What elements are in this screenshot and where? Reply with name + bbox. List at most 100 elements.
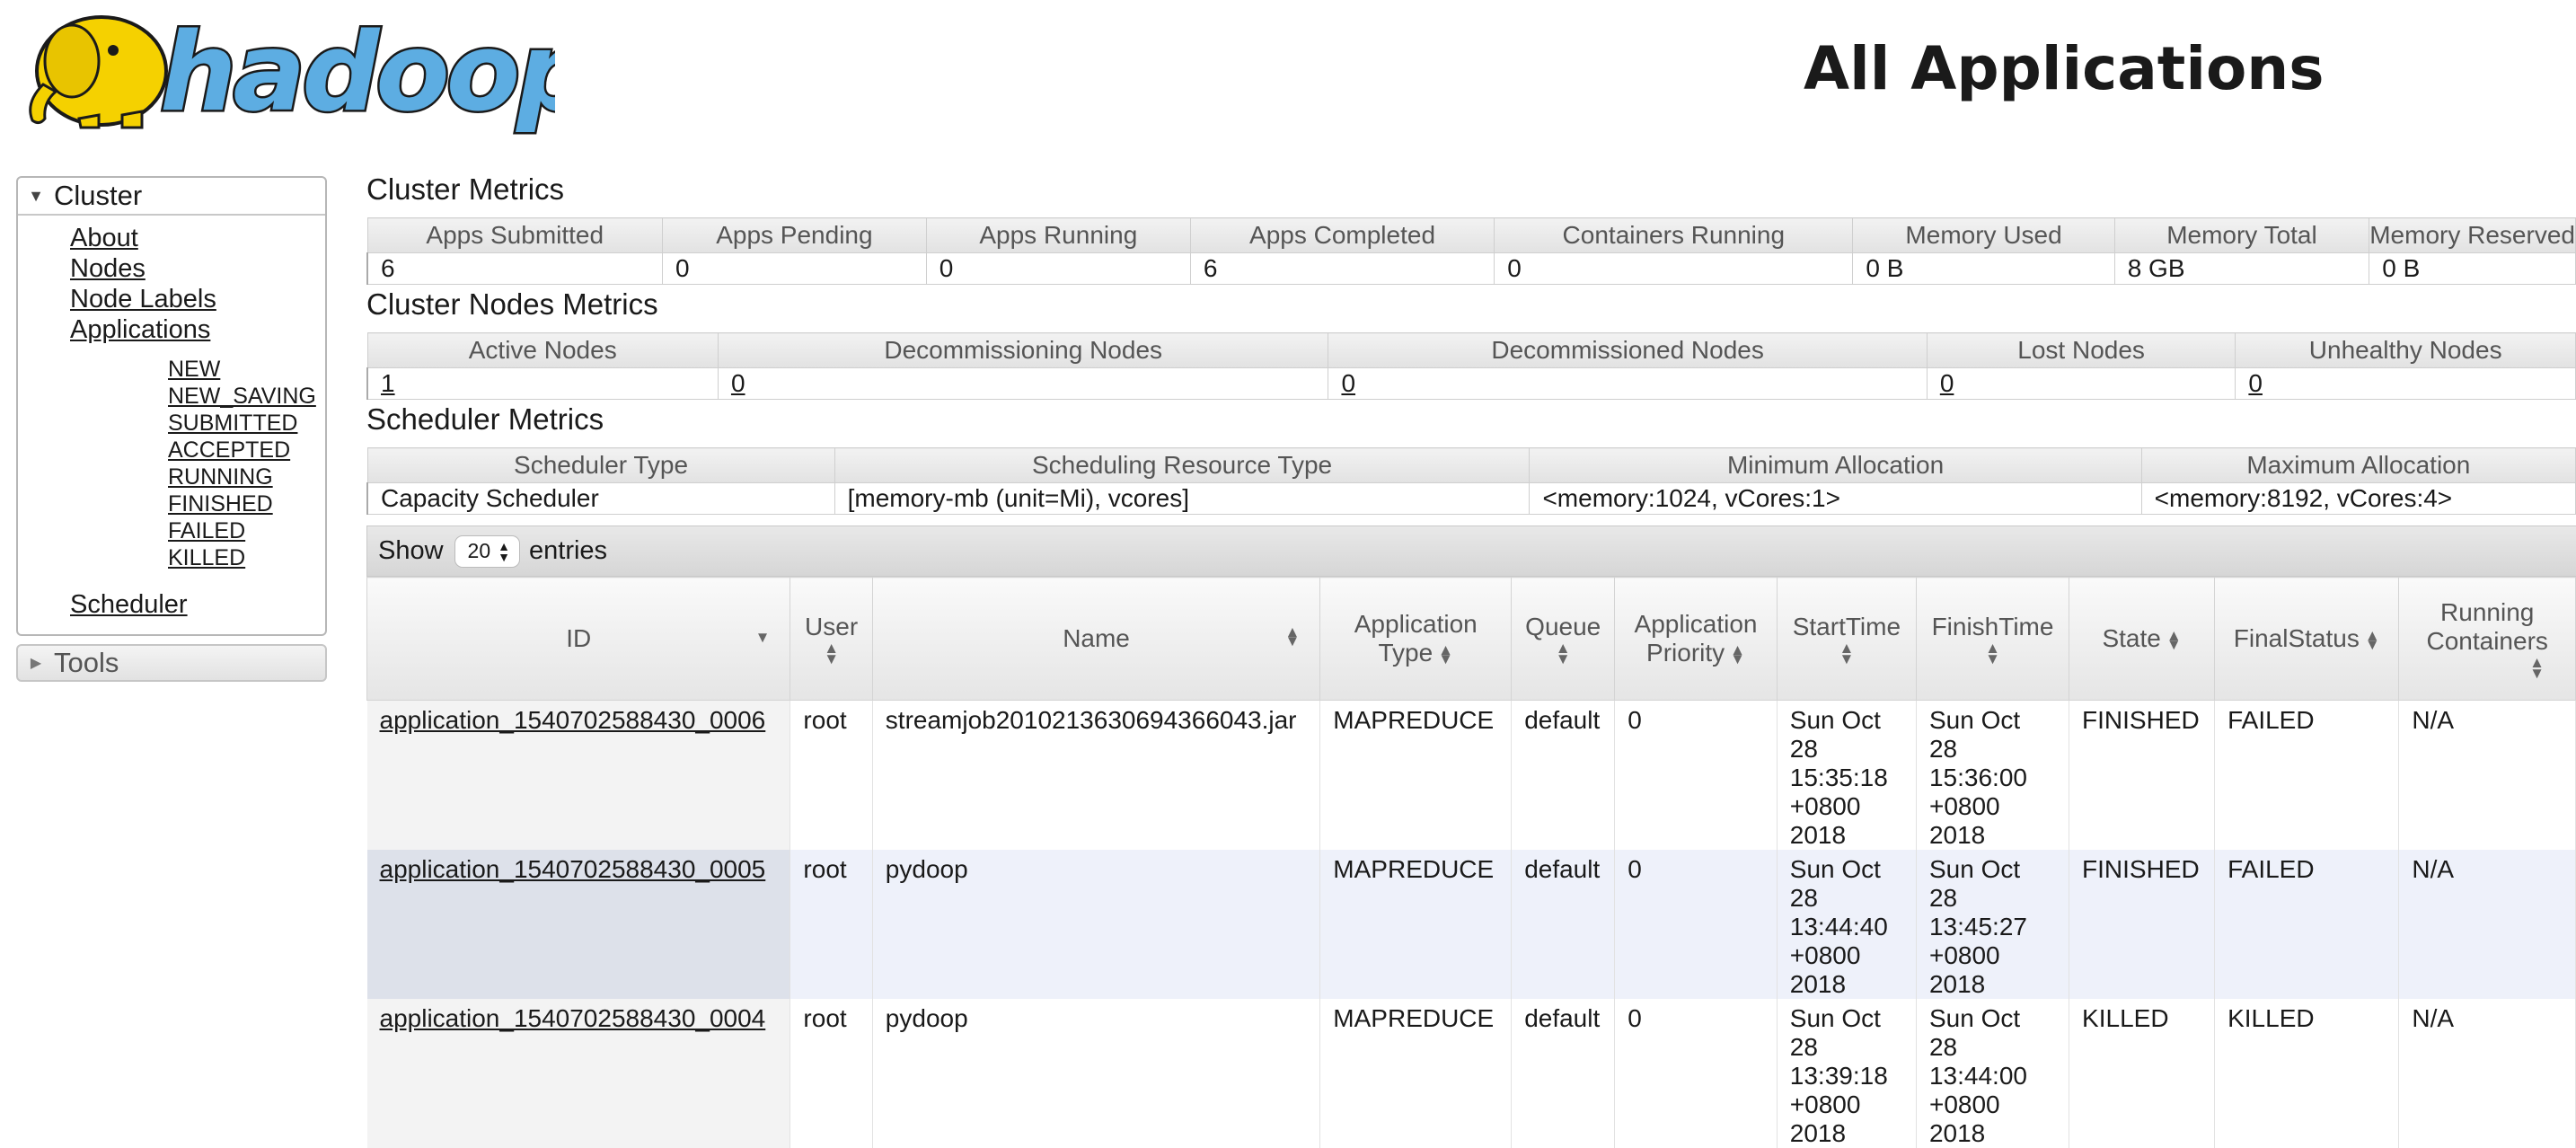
cell-final-status: KILLED	[2214, 999, 2400, 1148]
app-state-link-accepted[interactable]: ACCEPTED	[168, 437, 290, 463]
node-metrics-title: Cluster Nodes Metrics	[366, 287, 658, 321]
app-state-link-new[interactable]: NEW	[168, 357, 220, 382]
time-part: 13:39:18	[1789, 1062, 1888, 1090]
metric-value: 8 GB	[2113, 252, 2370, 285]
triangle-right-icon: ▶	[30, 656, 42, 671]
metric-header: Apps Running	[925, 217, 1191, 253]
column-header-label: Name	[1063, 624, 1130, 652]
time-part: 13:44:00	[1928, 1062, 2027, 1090]
cluster-nav-panel: ▼ Cluster About Nodes Node Labels Applic…	[16, 176, 327, 636]
time-part: +0800	[1928, 941, 2000, 969]
cell-name: pydoop	[872, 850, 1321, 999]
column-header-final-status[interactable]: FinalStatus ▲ ▼	[2214, 577, 2400, 701]
cell-user: root	[790, 700, 873, 850]
tools-nav-label: Tools	[54, 647, 119, 678]
cell-priority: 0	[1614, 700, 1778, 850]
nav-link-nodes[interactable]: Nodes	[70, 254, 146, 283]
app-state-link-failed[interactable]: FAILED	[168, 518, 245, 543]
cell-application-type: MAPREDUCE	[1319, 700, 1513, 850]
cell-running-containers: N/A	[2398, 850, 2576, 999]
column-header-state[interactable]: State ▲ ▼	[2069, 577, 2216, 701]
column-header-label: Application	[1354, 610, 1478, 638]
metric-header: Apps Pending	[661, 217, 927, 253]
metric-header: Scheduler Type	[366, 447, 835, 483]
sort-both-icon: ▲ ▼	[2364, 626, 2380, 653]
unhealthy-nodes-link[interactable]: 0	[2248, 369, 2263, 397]
cell-name: streamjob2010213630694366043.jar	[872, 700, 1321, 850]
time-part: 28	[1789, 1033, 1818, 1061]
triangle-down-icon: ▼	[28, 186, 44, 205]
column-header-start-time[interactable]: StartTime ▲ ▼	[1776, 577, 1917, 701]
column-header-id[interactable]: ID ▼	[366, 577, 791, 701]
metric-header: Active Nodes	[366, 332, 719, 368]
app-state-link-submitted[interactable]: SUBMITTED	[168, 411, 297, 436]
application-id-link[interactable]: application_1540702588430_0004	[380, 1004, 766, 1032]
column-header-label: FinishTime	[1931, 613, 2054, 640]
metric-header: Memory Total	[2113, 217, 2370, 253]
application-id-link[interactable]: application_1540702588430_0005	[380, 855, 766, 883]
sort-both-icon: ▲ ▼	[1438, 640, 1453, 667]
time-part: 2018	[1928, 821, 1986, 849]
lost-nodes-link[interactable]: 0	[1940, 369, 1954, 397]
column-header-queue[interactable]: Queue ▲ ▼	[1511, 577, 1616, 701]
app-state-link-killed[interactable]: KILLED	[168, 545, 245, 570]
column-header-finish-time[interactable]: FinishTime ▲ ▼	[1915, 577, 2070, 701]
cluster-nav-toggle[interactable]: ▼ Cluster	[18, 178, 325, 216]
time-part: 2018	[1789, 970, 1847, 998]
sort-desc-icon: ▼	[754, 629, 771, 646]
metric-value: [memory-mb (unit=Mi), vcores]	[834, 482, 1531, 515]
column-header-label: Containers	[2426, 627, 2548, 655]
active-nodes-link[interactable]: 1	[381, 369, 395, 397]
column-header-name[interactable]: Name ▲ ▼	[871, 577, 1321, 701]
nav-link-applications[interactable]: Applications	[70, 315, 210, 344]
hadoop-logo: hadoop	[16, 4, 596, 138]
decommissioning-nodes-link[interactable]: 0	[731, 369, 745, 397]
cluster-metrics-title: Cluster Metrics	[366, 172, 565, 206]
sort-both-icon: ▲ ▼	[1985, 640, 2000, 667]
time-part: 13:45:27	[1928, 913, 2027, 940]
cell-application-type: MAPREDUCE	[1319, 999, 1513, 1148]
cell-state: KILLED	[2069, 999, 2216, 1148]
metric-value: 6	[1189, 252, 1495, 285]
entries-count-select[interactable]: 20 ▲ ▼	[454, 534, 520, 568]
time-part: +0800	[1928, 792, 2000, 820]
time-part: 13:44:40	[1789, 913, 1888, 940]
column-header-application-type[interactable]: Application Type ▲ ▼	[1319, 577, 1513, 701]
metric-value: 0	[661, 252, 927, 285]
application-id-link[interactable]: application_1540702588430_0006	[380, 706, 766, 734]
nav-link-scheduler[interactable]: Scheduler	[70, 590, 188, 619]
metric-header: Memory Used	[1852, 217, 2115, 253]
applications-table: ID ▼ User ▲ ▼ Name ▲ ▼ Application Type ▲ ▼ Queue ▲ ▼ A…	[366, 577, 2576, 1148]
metric-value: 0	[1494, 252, 1854, 285]
time-part: 28	[1789, 884, 1818, 912]
metric-header: Lost Nodes	[1926, 332, 2236, 368]
decommissioned-nodes-link[interactable]: 0	[1341, 369, 1355, 397]
cell-name: pydoop	[872, 999, 1321, 1148]
metric-value: 6	[366, 252, 663, 285]
nav-link-about[interactable]: About	[70, 224, 138, 252]
column-header-running-containers[interactable]: Running Containers ▲ ▼	[2398, 577, 2576, 701]
time-part: Sun Oct	[1789, 706, 1881, 734]
cell-state: FINISHED	[2069, 700, 2216, 850]
time-part: 28	[1928, 1033, 1958, 1061]
cell-priority: 0	[1614, 850, 1778, 999]
app-state-link-running[interactable]: RUNNING	[168, 464, 273, 490]
cell-finish-time: Sun Oct 28 15:36:00 +0800 2018	[1916, 700, 2070, 850]
cell-queue: default	[1511, 700, 1616, 850]
cell-priority: 0	[1614, 999, 1778, 1148]
metric-header: Decommissioned Nodes	[1328, 332, 1928, 368]
column-header-label: Type	[1378, 639, 1434, 667]
sort-both-icon: ▲ ▼	[1284, 623, 1301, 649]
metric-header: Decommissioning Nodes	[717, 332, 1329, 368]
app-state-link-finished[interactable]: FINISHED	[168, 491, 273, 517]
app-state-link-new-saving[interactable]: NEW_SAVING	[168, 384, 316, 409]
cell-start-time: Sun Oct 28 13:39:18 +0800 2018	[1777, 999, 1917, 1148]
column-header-label: User	[805, 613, 859, 640]
column-header-user[interactable]: User ▲ ▼	[790, 577, 873, 701]
sort-both-icon: ▲ ▼	[1555, 640, 1571, 667]
nav-link-node-labels[interactable]: Node Labels	[70, 285, 216, 313]
time-part: 2018	[1928, 1119, 1986, 1147]
tools-nav-toggle[interactable]: ▶ Tools	[16, 644, 327, 682]
column-header-application-priority[interactable]: Application Priority ▲ ▼	[1614, 577, 1778, 701]
time-part: Sun Oct	[1928, 1004, 2021, 1032]
